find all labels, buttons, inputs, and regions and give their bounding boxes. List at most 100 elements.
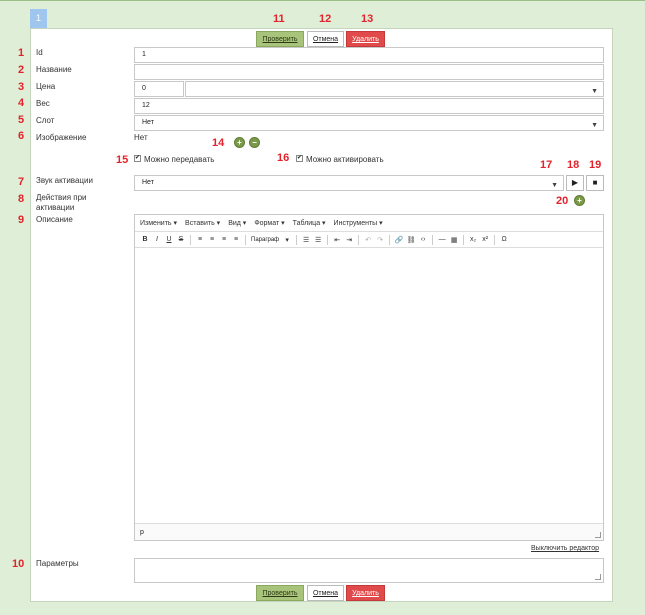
resize-handle-icon[interactable] bbox=[595, 532, 601, 538]
marker-7: 7 bbox=[18, 176, 25, 188]
bullet-list-icon[interactable]: ☰ bbox=[300, 236, 312, 244]
transferable-checkbox[interactable]: ✔ bbox=[134, 155, 141, 162]
cancel-button-bottom[interactable]: Отмена bbox=[307, 585, 344, 601]
activation-sound-select[interactable]: Нет ▼ bbox=[134, 175, 564, 191]
slot-label: Слот bbox=[36, 116, 55, 125]
menu-insert[interactable]: Вставить ▾ bbox=[185, 219, 220, 227]
menu-edit[interactable]: Изменить ▾ bbox=[140, 219, 177, 227]
marker-1: 1 bbox=[18, 47, 25, 59]
transferable-label: Можно передавать bbox=[144, 155, 215, 164]
stop-icon: ■ bbox=[592, 178, 598, 187]
add-image-button[interactable]: + bbox=[234, 137, 245, 148]
chevron-down-icon: ▼ bbox=[591, 88, 598, 95]
marker-5: 5 bbox=[18, 114, 25, 126]
toolbar-divider bbox=[389, 234, 391, 245]
plus-icon: + bbox=[577, 196, 582, 205]
price-field[interactable]: 0 bbox=[134, 81, 184, 97]
weight-field[interactable]: 12 bbox=[134, 98, 604, 114]
price-label: Цена bbox=[36, 82, 56, 91]
outdent-icon[interactable]: ⇤ bbox=[331, 236, 343, 244]
chevron-down-icon: ▼ bbox=[591, 122, 598, 129]
marker-17: 17 bbox=[540, 159, 553, 171]
activation-sound-label: Звук активации bbox=[36, 176, 93, 185]
marker-10: 10 bbox=[12, 558, 25, 570]
params-label: Параметры bbox=[36, 559, 79, 568]
check-button-bottom[interactable]: Проверить bbox=[256, 585, 304, 601]
cancel-button-top[interactable]: Отмена bbox=[307, 31, 344, 47]
align-justify-icon[interactable]: ≡ bbox=[230, 236, 242, 243]
marker-2: 2 bbox=[18, 64, 25, 76]
name-field[interactable] bbox=[134, 64, 604, 80]
bold-icon[interactable]: B bbox=[139, 236, 151, 243]
marker-18: 18 bbox=[567, 159, 580, 171]
align-right-icon[interactable]: ≡ bbox=[218, 236, 230, 243]
activatable-checkbox[interactable]: ✔ bbox=[296, 155, 303, 162]
marker-11: 11 bbox=[273, 13, 285, 25]
disable-editor-link[interactable]: Выключить редактор bbox=[531, 545, 599, 552]
marker-8: 8 bbox=[18, 193, 25, 205]
activation-sound-value: Нет bbox=[142, 179, 154, 186]
add-action-button[interactable]: + bbox=[574, 195, 585, 206]
editor-content[interactable] bbox=[135, 248, 603, 522]
minus-icon: − bbox=[252, 138, 257, 147]
menu-tools[interactable]: Инструменты ▾ bbox=[334, 219, 383, 227]
strikethrough-icon[interactable]: S bbox=[175, 236, 187, 243]
slot-value: Нет bbox=[142, 119, 154, 126]
id-label: Id bbox=[36, 48, 43, 57]
subscript-icon[interactable]: x₂ bbox=[467, 236, 479, 243]
align-center-icon[interactable]: ≡ bbox=[206, 236, 218, 243]
paragraph-select[interactable]: Параграф bbox=[251, 237, 279, 243]
marker-12: 12 bbox=[319, 13, 332, 25]
play-button[interactable]: ▶ bbox=[566, 175, 584, 191]
marker-16: 16 bbox=[277, 152, 290, 164]
remove-image-button[interactable]: − bbox=[249, 137, 260, 148]
unlink-icon[interactable]: ⛓ bbox=[405, 236, 417, 244]
chevron-down-icon: ▼ bbox=[551, 182, 558, 189]
weight-label: Вес bbox=[36, 99, 50, 108]
image-value: Нет bbox=[134, 133, 148, 142]
menu-view[interactable]: Вид ▾ bbox=[228, 219, 246, 227]
align-left-icon[interactable]: ≡ bbox=[194, 236, 206, 243]
stop-button[interactable]: ■ bbox=[586, 175, 604, 191]
redo-icon[interactable]: ↷ bbox=[374, 236, 386, 244]
top-border bbox=[0, 0, 645, 1]
italic-icon[interactable]: I bbox=[151, 236, 163, 243]
marker-19: 19 bbox=[589, 159, 602, 171]
activatable-label: Можно активировать bbox=[306, 155, 384, 164]
toolbar-divider bbox=[296, 234, 298, 245]
toolbar-divider bbox=[245, 234, 246, 245]
toolbar-divider bbox=[358, 234, 360, 245]
play-icon: ▶ bbox=[571, 178, 579, 187]
marker-9: 9 bbox=[18, 214, 25, 226]
currency-select[interactable]: ▼ bbox=[185, 81, 604, 97]
underline-icon[interactable]: U bbox=[163, 236, 175, 243]
marker-14: 14 bbox=[212, 137, 225, 149]
description-editor[interactable]: Изменить ▾ Вставить ▾ Вид ▾ Формат ▾ Таб… bbox=[134, 214, 604, 541]
numbered-list-icon[interactable]: ☰ bbox=[312, 236, 324, 244]
check-button-top[interactable]: Проверить bbox=[256, 31, 304, 47]
image-label: Изображение bbox=[36, 133, 87, 142]
chevron-down-icon: ▾ bbox=[285, 236, 289, 244]
special-char-icon[interactable]: Ω bbox=[498, 236, 510, 243]
undo-icon[interactable]: ↶ bbox=[362, 236, 374, 244]
delete-button-top[interactable]: Удалить bbox=[346, 31, 385, 47]
menu-table[interactable]: Таблица ▾ bbox=[293, 219, 326, 227]
slot-select[interactable]: Нет ▼ bbox=[134, 115, 604, 131]
resize-handle-icon[interactable] bbox=[595, 574, 601, 580]
horizontal-rule-icon[interactable]: — bbox=[436, 236, 448, 243]
link-icon[interactable]: 🔗 bbox=[393, 236, 405, 244]
id-field[interactable]: 1 bbox=[134, 47, 604, 63]
record-tab[interactable]: 1 bbox=[30, 9, 47, 28]
delete-button-bottom[interactable]: Удалить bbox=[346, 585, 385, 601]
editor-path: p bbox=[140, 529, 144, 536]
indent-icon[interactable]: ⇥ bbox=[343, 236, 355, 244]
superscript-icon[interactable]: x² bbox=[479, 236, 491, 243]
table-icon[interactable]: ▦ bbox=[448, 236, 460, 244]
params-textarea[interactable] bbox=[134, 558, 604, 583]
code-icon[interactable]: ‹› bbox=[417, 236, 429, 243]
marker-13: 13 bbox=[361, 13, 374, 25]
menu-format[interactable]: Формат ▾ bbox=[254, 219, 284, 227]
marker-3: 3 bbox=[18, 81, 25, 93]
marker-4: 4 bbox=[18, 97, 25, 109]
marker-6: 6 bbox=[18, 130, 25, 142]
